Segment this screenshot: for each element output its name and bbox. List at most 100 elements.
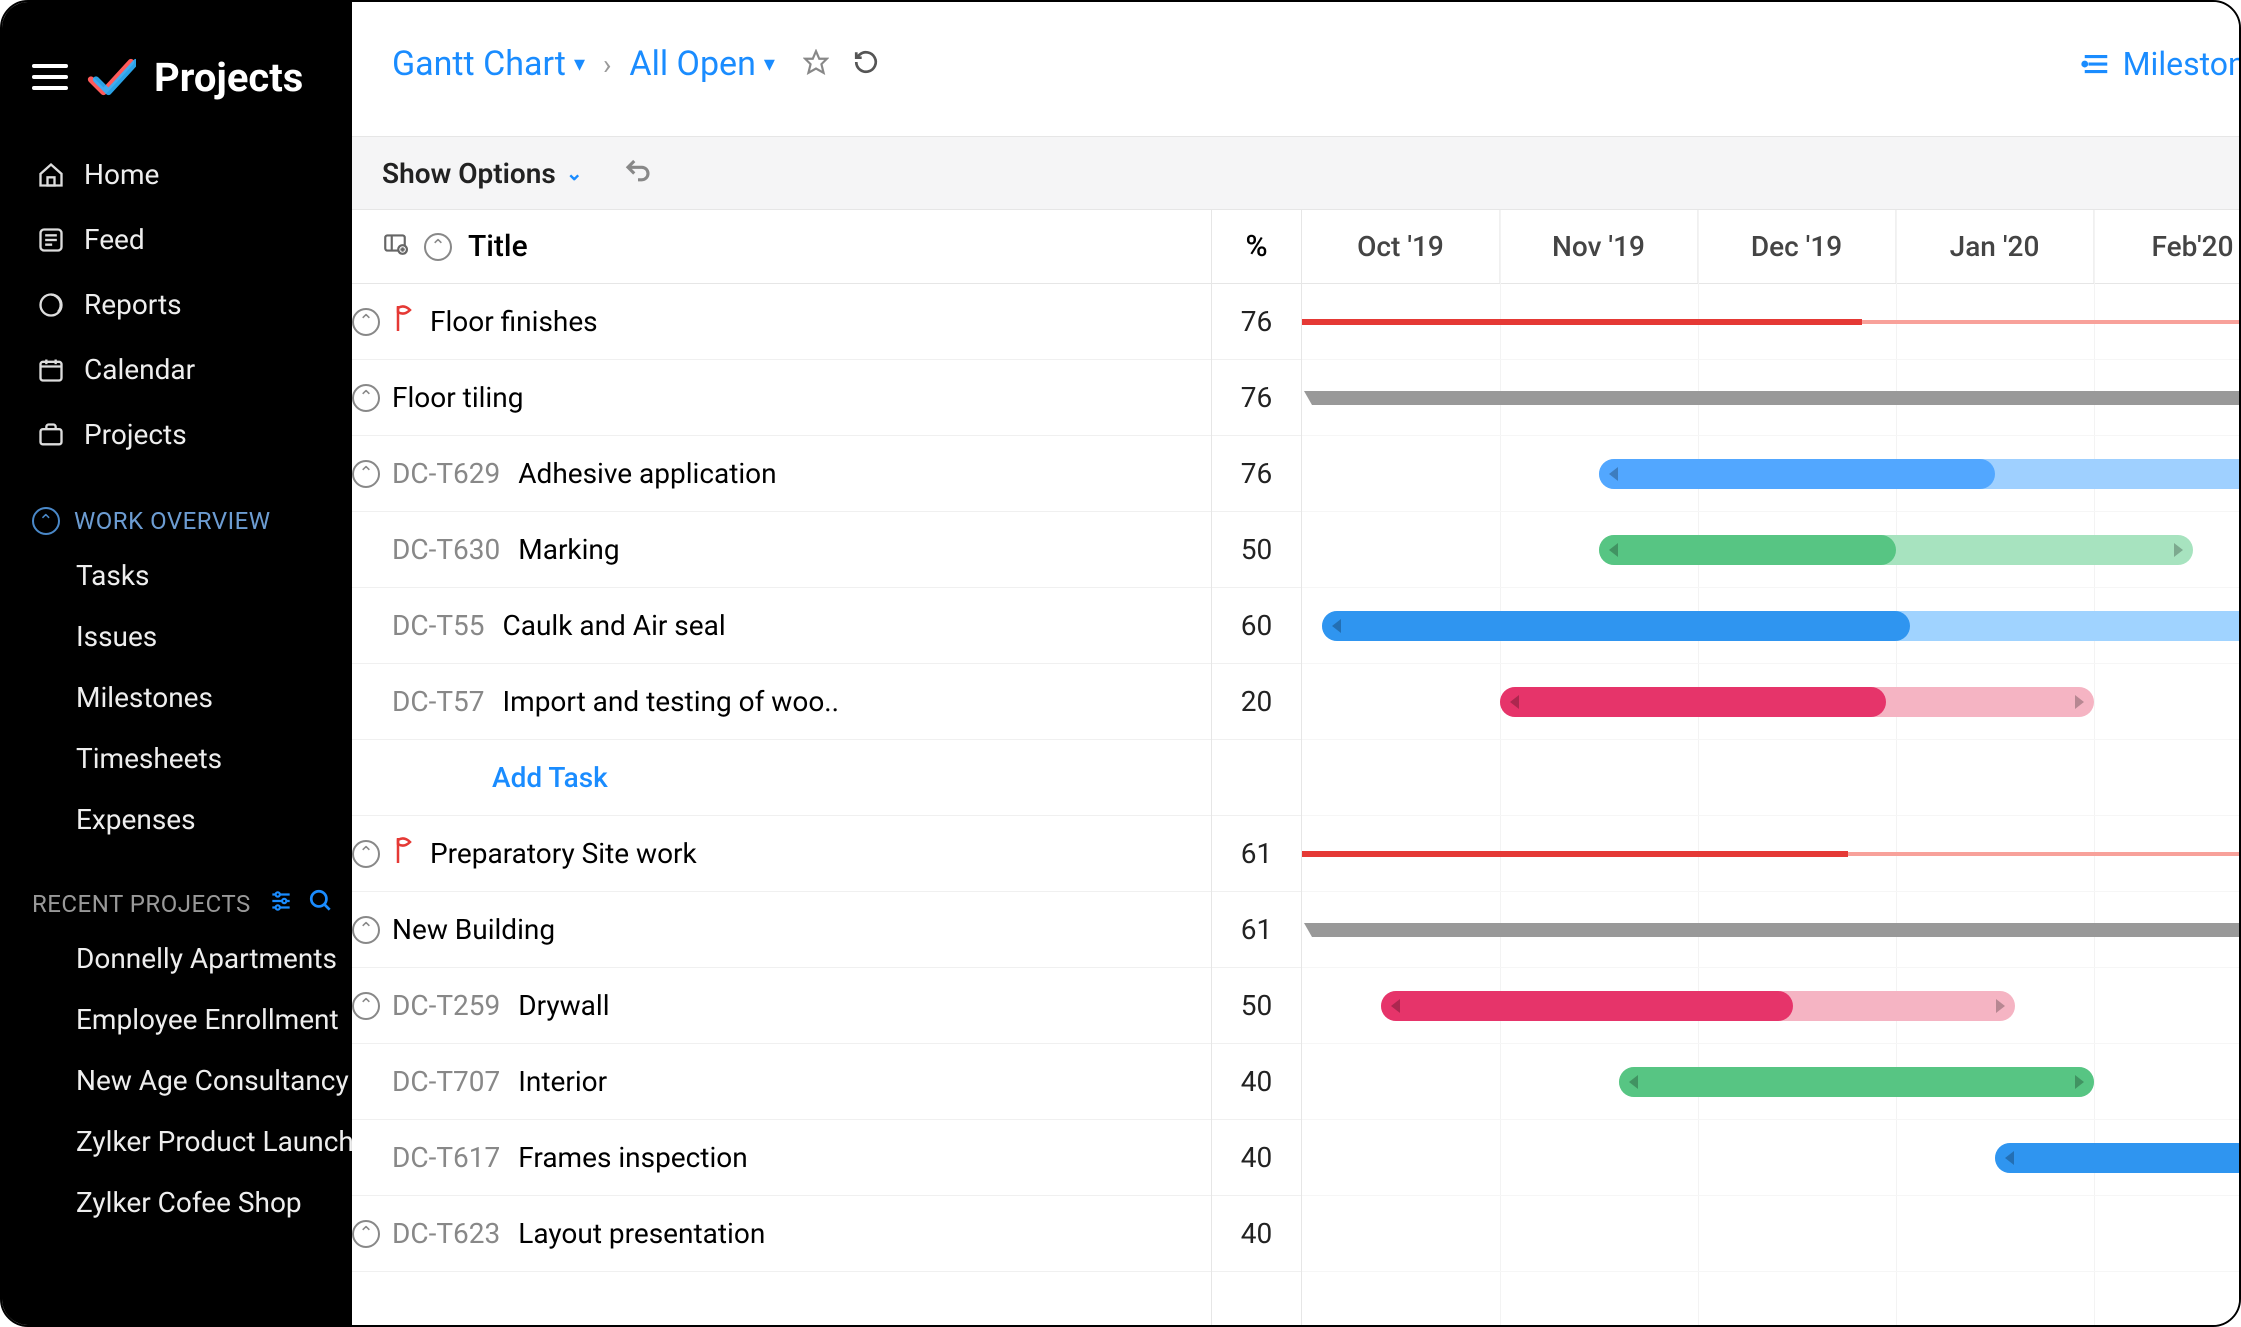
collapse-icon[interactable]: ⌃ [352, 460, 380, 488]
gantt-row[interactable] [1302, 284, 2241, 360]
task-row[interactable]: DC-T57Import and testing of woo.. [352, 664, 1211, 740]
logo-icon [86, 52, 136, 102]
feed-icon [36, 225, 66, 255]
gantt-row[interactable] [1302, 968, 2241, 1044]
work-item-issues[interactable]: Issues [2, 606, 352, 667]
sidebar: Projects HomeFeedReportsCalendarProjects… [2, 2, 352, 1325]
gantt-bar[interactable] [1381, 991, 2015, 1021]
gantt-row[interactable] [1302, 360, 2241, 436]
task-title: Marking [518, 533, 619, 566]
work-item-timesheets[interactable]: Timesheets [2, 728, 352, 789]
task-code: DC-T629 [392, 457, 500, 490]
add-task-link[interactable]: Add Task [352, 761, 608, 794]
task-code: DC-T707 [392, 1065, 500, 1098]
task-row[interactable]: ⌃DC-T259Drywall [352, 968, 1211, 1044]
percent-cell: 61 [1212, 892, 1301, 968]
task-code: DC-T617 [392, 1141, 500, 1174]
title-column-header: Title [468, 229, 528, 264]
reports-icon [36, 290, 66, 320]
columns-icon[interactable] [382, 229, 408, 264]
task-row[interactable]: DC-T617 Frames inspection [352, 1120, 1211, 1196]
gantt-bar[interactable] [1599, 535, 2193, 565]
nav-item-home[interactable]: Home [2, 142, 352, 207]
milestone-icon [392, 836, 416, 864]
nav-item-calendar[interactable]: Calendar [2, 337, 352, 402]
collapse-icon[interactable]: ⌃ [352, 1220, 380, 1248]
collapse-icon[interactable]: ⌃ [352, 308, 380, 336]
task-row[interactable]: ⌃DC-T629Adhesive application [352, 436, 1211, 512]
work-overview-title[interactable]: ⌃ WORK OVERVIEW [2, 467, 352, 545]
task-row[interactable]: ⌃ Floor finishes [352, 284, 1211, 360]
nav-item-projects[interactable]: Projects [2, 402, 352, 467]
filter-dropdown[interactable]: All Open ▾ [629, 44, 774, 84]
task-column: ⌃ Title ⌃Floor finishes⌃Floor tiling⌃DC-… [352, 210, 1212, 1325]
work-item-expenses[interactable]: Expenses [2, 789, 352, 850]
task-row[interactable]: ⌃ Preparatory Site work [352, 816, 1211, 892]
gantt-row[interactable] [1302, 1196, 2241, 1272]
percent-cell: 40 [1212, 1196, 1301, 1272]
work-item-milestones[interactable]: Milestones [2, 667, 352, 728]
chart-column[interactable]: Oct '19Nov '19Dec '19Jan '20Feb'20Mar'20… [1302, 210, 2241, 1325]
collapse-icon[interactable]: ⌃ [352, 840, 380, 868]
recent-project[interactable]: Zylker Product Launch [2, 1111, 352, 1172]
task-title: Layout presentation [518, 1217, 765, 1250]
collapse-icon[interactable]: ⌃ [352, 992, 380, 1020]
gantt-row[interactable] [1302, 436, 2241, 512]
task-row[interactable]: ⌃DC-T623Layout presentation [352, 1196, 1211, 1272]
gantt-bar[interactable] [1500, 687, 2094, 717]
refresh-icon[interactable] [853, 44, 879, 84]
collapse-all-icon[interactable]: ⌃ [424, 233, 452, 261]
collapse-icon[interactable]: ⌃ [352, 384, 380, 412]
task-title: Frames inspection [518, 1141, 747, 1174]
main: Gantt Chart ▾ › All Open ▾ Milestone [352, 2, 2241, 1325]
task-row[interactable]: DC-T707 Interior [352, 1044, 1211, 1120]
gantt-row[interactable] [1302, 892, 2241, 968]
collapse-icon[interactable]: ⌃ [352, 916, 380, 944]
gantt-bar[interactable] [1599, 459, 2241, 489]
topbar: Gantt Chart ▾ › All Open ▾ Milestone [352, 2, 2241, 136]
task-code: DC-T630 [392, 533, 500, 566]
gantt-bar[interactable] [1619, 1067, 2094, 1097]
nav-item-reports[interactable]: Reports [2, 272, 352, 337]
undo-icon[interactable] [623, 156, 653, 190]
gantt-row[interactable] [1302, 740, 2241, 816]
recent-projects-title: RECENT PROJECTS [2, 850, 352, 928]
recent-project[interactable]: Donnelly Apartments [2, 928, 352, 989]
gantt-row[interactable] [1302, 512, 2241, 588]
logo-text: Projects [154, 54, 303, 101]
gantt-row[interactable] [1302, 816, 2241, 892]
gantt-row[interactable] [1302, 1120, 2241, 1196]
add-task-row[interactable]: Add Task [352, 740, 1211, 816]
show-options-dropdown[interactable]: Show Options ⌄ [382, 157, 583, 190]
recent-project[interactable]: Zylker Cofee Shop [2, 1172, 352, 1233]
recent-project[interactable]: Employee Enrollment [2, 989, 352, 1050]
month-header: Feb'20 [2094, 210, 2241, 283]
gantt-bar[interactable] [1322, 611, 2241, 641]
gantt-row[interactable] [1302, 664, 2241, 740]
star-icon[interactable] [803, 44, 829, 84]
gantt-bar[interactable] [1995, 1143, 2241, 1173]
groupby-dropdown[interactable]: Milestone ▾ [2081, 45, 2241, 83]
task-row[interactable]: DC-T630 Marking [352, 512, 1211, 588]
nav-item-feed[interactable]: Feed [2, 207, 352, 272]
task-title: Preparatory Site work [430, 837, 697, 870]
task-title: Floor tiling [392, 381, 523, 414]
task-title: Interior [518, 1065, 607, 1098]
task-title: Floor finishes [430, 305, 598, 338]
gantt-row[interactable] [1302, 1044, 2241, 1120]
percent-cell: 76 [1212, 360, 1301, 436]
recent-project[interactable]: New Age Consultancy [2, 1050, 352, 1111]
task-title: Caulk and Air seal [503, 609, 726, 642]
settings-icon[interactable] [268, 888, 294, 920]
chevron-down-icon: ⌄ [566, 161, 583, 185]
work-item-tasks[interactable]: Tasks [2, 545, 352, 606]
task-row[interactable]: ⌃New Building [352, 892, 1211, 968]
task-title: Import and testing of woo.. [503, 685, 840, 718]
gantt-row[interactable] [1302, 588, 2241, 664]
month-header: Dec '19 [1698, 210, 1896, 283]
view-dropdown[interactable]: Gantt Chart ▾ [392, 44, 585, 84]
hamburger-icon[interactable] [32, 64, 68, 90]
task-row[interactable]: DC-T55Caulk and Air seal [352, 588, 1211, 664]
task-row[interactable]: ⌃ Floor tiling [352, 360, 1211, 436]
search-icon[interactable] [308, 888, 334, 920]
